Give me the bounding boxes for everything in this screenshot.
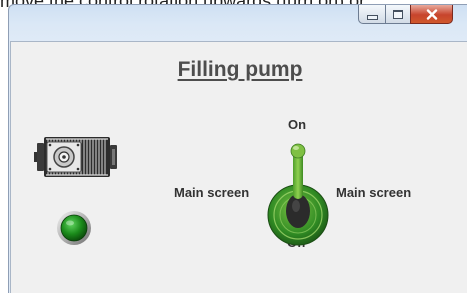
minimize-button[interactable] xyxy=(358,5,385,24)
window-controls xyxy=(358,5,453,24)
status-led-icon xyxy=(57,211,91,245)
title-bar[interactable] xyxy=(9,5,467,41)
toggle-switch-icon[interactable] xyxy=(266,137,330,247)
switch-left-label: Main screen xyxy=(174,185,250,200)
switch-on-label: On xyxy=(288,117,307,132)
switch-right-label: Main screen xyxy=(336,185,412,200)
close-icon xyxy=(426,8,437,20)
close-button[interactable] xyxy=(410,5,453,24)
minimize-icon xyxy=(366,14,378,20)
filling-pump-window: Filling pump On Main screen Main screen xyxy=(8,4,467,293)
motor-icon xyxy=(34,137,117,177)
maximize-icon xyxy=(393,9,403,19)
maximize-button[interactable] xyxy=(385,5,410,24)
window-client-area: Filling pump On Main screen Main screen xyxy=(10,41,467,293)
page-title: Filling pump xyxy=(177,58,303,81)
